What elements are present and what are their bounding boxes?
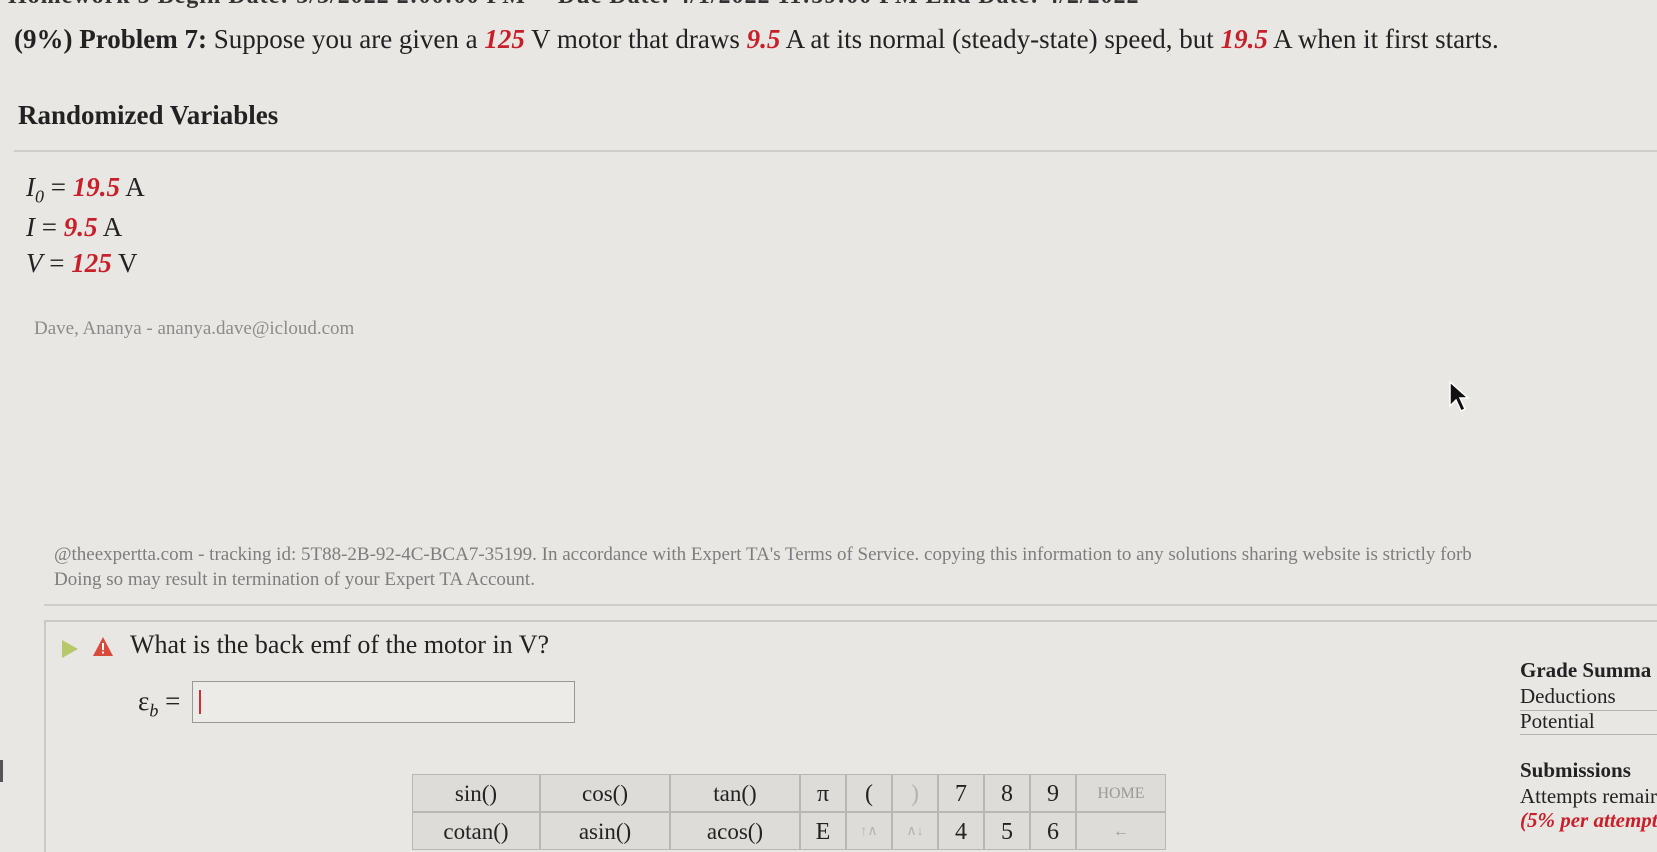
- header-strip: Homework 5 Begin Date: 3/3/2022 2:00:00 …: [0, 0, 1657, 12]
- key-pi[interactable]: π: [800, 774, 846, 812]
- tracking-notice: @theexpertta.com - tracking id: 5T88-2B-…: [54, 544, 1472, 590]
- key-close-paren[interactable]: ): [892, 774, 938, 812]
- key-down[interactable]: ∧↓: [892, 812, 938, 850]
- attempts-remaining: Attempts remair: [1520, 784, 1657, 808]
- key-up[interactable]: ↑∧: [846, 812, 892, 850]
- variable-v: V = 125 V: [26, 248, 138, 278]
- key-7[interactable]: 7: [938, 774, 984, 812]
- key-asin[interactable]: asin(): [540, 812, 670, 850]
- key-sin[interactable]: sin(): [412, 774, 540, 812]
- variable-i0: I0 = 19.5 A: [26, 172, 145, 207]
- student-info: Dave, Ananya - ananya.dave@icloud.com: [34, 318, 355, 339]
- left-edge-marker: [0, 760, 3, 782]
- problem-statement: (9%) Problem 7: Suppose you are given a …: [14, 24, 1499, 54]
- key-open-paren[interactable]: (: [846, 774, 892, 812]
- key-4[interactable]: 4: [938, 812, 984, 850]
- key-e[interactable]: E: [800, 812, 846, 850]
- problem-percent: (9%): [14, 24, 73, 54]
- section-divider: [14, 150, 1657, 152]
- key-backspace[interactable]: ←: [1076, 812, 1166, 850]
- key-home[interactable]: HOME: [1076, 774, 1166, 812]
- mouse-pointer-icon: [1449, 380, 1470, 413]
- tracking-divider: [44, 604, 1657, 606]
- key-cotan[interactable]: cotan(): [412, 812, 540, 850]
- grade-deductions: Deductions: [1520, 684, 1616, 708]
- key-6[interactable]: 6: [1030, 812, 1076, 850]
- key-9[interactable]: 9: [1030, 774, 1076, 812]
- current-value: 9.5: [746, 24, 781, 54]
- answer-input[interactable]: [192, 681, 575, 723]
- start-current-value: 19.5: [1220, 24, 1268, 54]
- problem-label: Problem 7:: [79, 24, 207, 54]
- answer-label: εb =: [138, 686, 181, 721]
- key-acos[interactable]: acos(): [670, 812, 800, 850]
- grade-divider-2: [1520, 734, 1657, 735]
- key-cos[interactable]: cos(): [540, 774, 670, 812]
- submissions-title: Submissions: [1520, 758, 1631, 782]
- randomized-variables-title: Randomized Variables: [18, 100, 279, 130]
- variable-i: I = 9.5 A: [26, 212, 123, 242]
- key-tan[interactable]: tan(): [670, 774, 800, 812]
- question-text: What is the back emf of the motor in V?: [130, 630, 550, 659]
- grade-potential: Potential: [1520, 709, 1595, 733]
- expand-arrow-icon[interactable]: [62, 640, 78, 658]
- warning-icon: [93, 637, 113, 656]
- text-caret: [199, 690, 201, 714]
- voltage-value: 125: [484, 24, 525, 54]
- per-attempt-note: (5% per attempt: [1520, 808, 1657, 832]
- key-5[interactable]: 5: [984, 812, 1030, 850]
- key-8[interactable]: 8: [984, 774, 1030, 812]
- grade-summary-title: Grade Summa: [1520, 658, 1652, 682]
